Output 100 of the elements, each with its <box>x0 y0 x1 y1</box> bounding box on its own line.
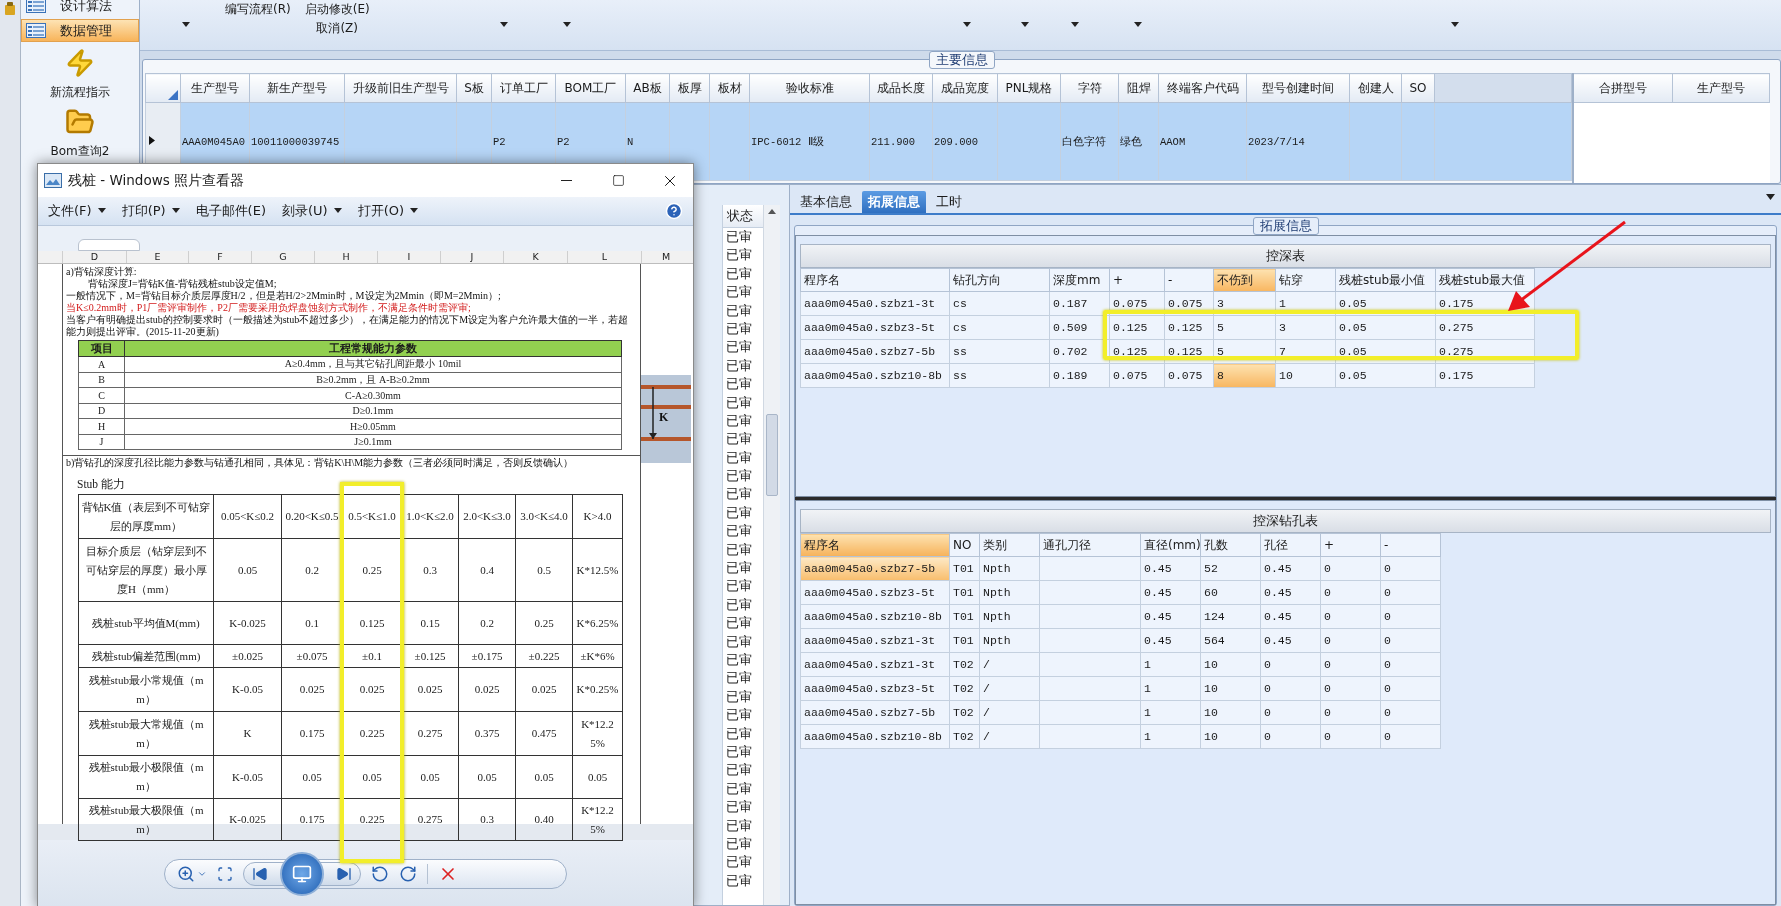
dropdown-caret-icon[interactable] <box>500 22 508 27</box>
column-header[interactable]: NO <box>949 533 980 557</box>
table-cell: Npth <box>979 628 1040 653</box>
table-cell: 0.05 <box>1335 363 1436 388</box>
column-header[interactable]: SO <box>1401 73 1435 103</box>
fit-button[interactable] <box>217 865 233 882</box>
column-header[interactable]: 程序名 <box>800 533 950 557</box>
column-header[interactable]: 残桩stub最大值 <box>1435 268 1535 292</box>
column-header[interactable]: 类别 <box>979 533 1040 557</box>
menu-item[interactable]: 打开(O) <box>357 201 419 220</box>
column-header[interactable]: 板厚 <box>669 73 710 103</box>
table-cell: D≥0.1mm <box>124 403 622 419</box>
column-header[interactable]: 阻焊 <box>1118 73 1159 103</box>
column-header[interactable]: 残桩stub最小值 <box>1335 268 1436 292</box>
table-cell: K-0.025 <box>213 601 282 645</box>
column-header[interactable]: 深度mm <box>1049 268 1110 292</box>
ribbon-command[interactable]: 启动修改(E) <box>304 1 370 18</box>
column-header[interactable]: AB板 <box>625 73 670 103</box>
table-cell: 2023/7/14 <box>1248 135 1305 148</box>
tab[interactable]: 拓展信息 <box>862 191 926 213</box>
slideshow-button[interactable] <box>280 851 324 896</box>
table-cell: T02 <box>949 676 980 701</box>
rotate-right-icon <box>399 864 417 883</box>
column-header[interactable]: - <box>1164 268 1214 292</box>
rotate-right-button[interactable] <box>399 864 417 883</box>
dropdown-caret-icon[interactable] <box>1071 22 1079 27</box>
dropdown-caret-icon[interactable] <box>1766 194 1775 200</box>
row-name-cell[interactable]: aaa0m045a0.szbz3-5t <box>800 676 950 701</box>
row-name-cell[interactable]: aaa0m045a0.szbz10-8b <box>800 604 950 629</box>
column-header[interactable]: BOM工厂 <box>555 73 626 103</box>
column-header[interactable]: 新生产型号 <box>249 73 345 103</box>
table-cell: 0 <box>1320 652 1381 677</box>
column-header[interactable]: 生产型号 <box>1672 73 1770 103</box>
column-header[interactable]: 字符 <box>1060 73 1119 103</box>
table-cell: 0 <box>1380 652 1441 677</box>
column-header[interactable]: 订单工厂 <box>491 73 556 103</box>
table-cell: Npth <box>979 556 1040 581</box>
column-header[interactable]: 状态 <box>723 205 763 228</box>
column-header[interactable]: 孔数 <box>1200 533 1261 557</box>
help-icon[interactable] <box>665 201 683 220</box>
column-header[interactable]: - <box>1380 533 1441 557</box>
menu-item[interactable]: 文件(F) <box>48 201 106 220</box>
zoom-button[interactable] <box>177 864 207 883</box>
shortcut-label[interactable]: 新流程指示 <box>50 84 110 101</box>
table-cell: T02 <box>949 700 980 725</box>
column-header[interactable]: 升级前旧生产型号 <box>344 73 457 103</box>
column-header[interactable]: 合拼型号 <box>1572 73 1673 103</box>
dropdown-caret-icon[interactable] <box>563 22 571 27</box>
table-cell: 残桩stub偏差范围(mm) <box>78 644 214 668</box>
rotate-left-button[interactable] <box>371 864 389 883</box>
column-header[interactable]: + <box>1109 268 1165 292</box>
column-header[interactable]: 板材 <box>709 73 750 103</box>
row-name-cell[interactable]: aaa0m045a0.szbz3-5t <box>800 580 950 605</box>
column-header[interactable]: 不伤到 <box>1213 268 1276 292</box>
dropdown-caret-icon[interactable] <box>1021 22 1029 27</box>
column-header[interactable]: 孔径 <box>1260 533 1321 557</box>
tab[interactable]: 基本信息 <box>794 191 858 213</box>
table-cell: 1 <box>1140 700 1201 725</box>
tab[interactable]: 工时 <box>930 191 968 213</box>
dropdown-caret-icon[interactable] <box>182 22 190 27</box>
dropdown-caret-icon[interactable] <box>1451 22 1459 27</box>
dropdown-caret-icon[interactable] <box>1134 22 1142 27</box>
column-header[interactable]: 验收标准 <box>749 73 870 103</box>
scrollbar[interactable] <box>763 205 780 905</box>
scroll-thumb[interactable] <box>766 414 778 496</box>
row-name-cell[interactable]: aaa0m045a0.szbz7-5b <box>800 700 950 725</box>
menu-item[interactable]: 电子邮件(E) <box>195 201 266 220</box>
row-name-cell[interactable]: aaa0m045a0.szbz10-8b <box>800 724 950 749</box>
app-icon[interactable] <box>4 2 16 16</box>
column-header[interactable]: 成品长度 <box>869 73 933 103</box>
ribbon-command[interactable]: 取消(Z) <box>316 20 358 37</box>
column-header[interactable]: 成品宽度 <box>932 73 998 103</box>
row-name-cell[interactable]: aaa0m045a0.szbz1-3t <box>800 628 950 653</box>
column-header[interactable]: 生产型号 <box>180 73 250 103</box>
column-header[interactable]: 钻孔方向 <box>949 268 1050 292</box>
column-header[interactable]: 型号创建时间 <box>1246 73 1350 103</box>
row-name-cell[interactable]: aaa0m045a0.szbz1-3t <box>800 652 950 677</box>
column-header[interactable]: 通孔刀径 <box>1039 533 1141 557</box>
shortcut-label[interactable]: Bom查询2 <box>50 143 110 160</box>
column-header[interactable]: 创建人 <box>1349 73 1402 103</box>
column-header[interactable]: + <box>1320 533 1381 557</box>
table-cell: 0.125 <box>1109 339 1165 364</box>
table-cell: K*6.25% <box>572 601 623 645</box>
menu-item[interactable]: 刻录(U) <box>281 201 342 220</box>
scroll-up-icon[interactable] <box>768 209 776 214</box>
column-header[interactable]: 程序名 <box>800 268 950 292</box>
table-cell: T01 <box>949 580 980 605</box>
column-header[interactable]: PNL规格 <box>997 73 1061 103</box>
ribbon-command[interactable]: 编写流程(R) <box>225 1 291 18</box>
status-cell-text: 已审 <box>725 742 753 761</box>
column-header[interactable]: 钻穿 <box>1275 268 1336 292</box>
row-name-cell[interactable]: aaa0m045a0.szbz7-5b <box>800 556 950 581</box>
nav-item[interactable]: 数据管理 <box>21 19 139 42</box>
column-header[interactable]: 终端客户代码 <box>1158 73 1247 103</box>
menu-item[interactable]: 打印(P) <box>121 201 180 220</box>
dropdown-caret-icon[interactable] <box>963 22 971 27</box>
column-header[interactable]: 直径(mm) <box>1140 533 1201 557</box>
table-cell: 1 <box>1140 676 1201 701</box>
table-cell: 0.45 <box>1260 604 1321 629</box>
column-header[interactable]: S板 <box>456 73 492 103</box>
